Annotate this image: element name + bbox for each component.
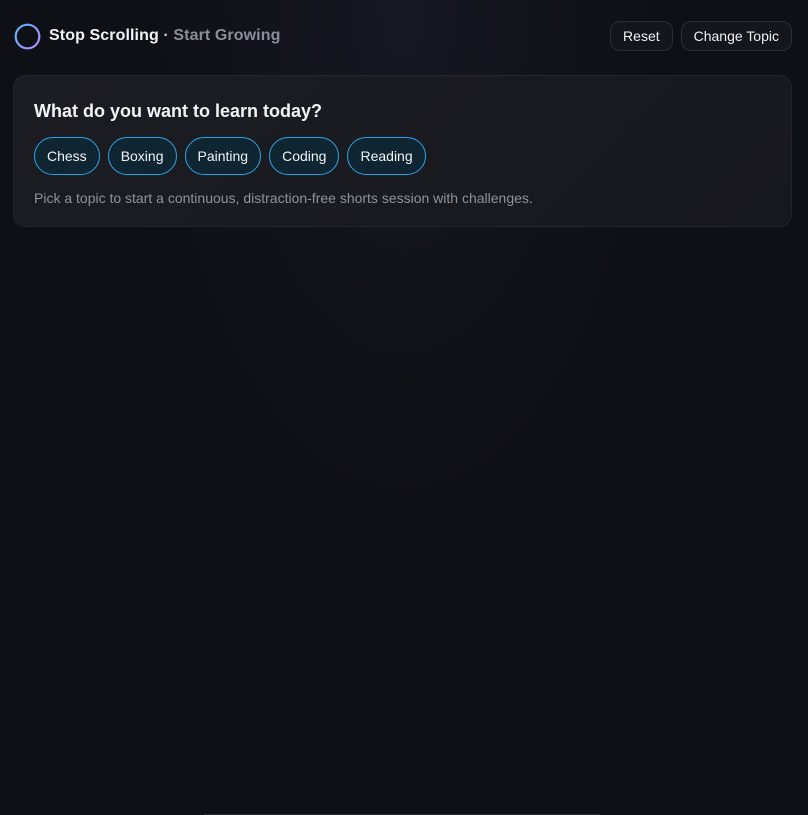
app-page: Stop Scrolling · Start Growing Reset Cha…: [0, 0, 808, 815]
reset-button[interactable]: Reset: [610, 21, 673, 51]
app-title: Stop Scrolling · Start Growing: [49, 27, 280, 45]
topic-chips: Chess Boxing Painting Coding Reading: [34, 137, 771, 175]
plus-circle-icon: [14, 23, 41, 50]
topic-chip-reading[interactable]: Reading: [347, 137, 426, 175]
topic-chip-coding[interactable]: Coding: [269, 137, 340, 175]
brand: Stop Scrolling · Start Growing: [14, 23, 280, 50]
card-title: What do you want to learn today?: [34, 101, 322, 121]
hint-text: Pick a topic to start a continuous, dist…: [34, 190, 533, 206]
brand-separator: ·: [158, 27, 174, 44]
brand-subtitle: Start Growing: [173, 27, 281, 44]
topic-chip-boxing[interactable]: Boxing: [107, 137, 177, 175]
header: Stop Scrolling · Start Growing Reset Cha…: [14, 21, 792, 51]
header-actions: Reset Change Topic: [610, 21, 792, 51]
topic-chip-painting[interactable]: Painting: [184, 137, 262, 175]
topic-picker-card: What do you want to learn today? Chess B…: [13, 75, 792, 227]
brand-main: Stop Scrolling: [49, 27, 159, 44]
change-topic-button[interactable]: Change Topic: [680, 21, 792, 51]
topic-chip-chess[interactable]: Chess: [34, 137, 100, 175]
